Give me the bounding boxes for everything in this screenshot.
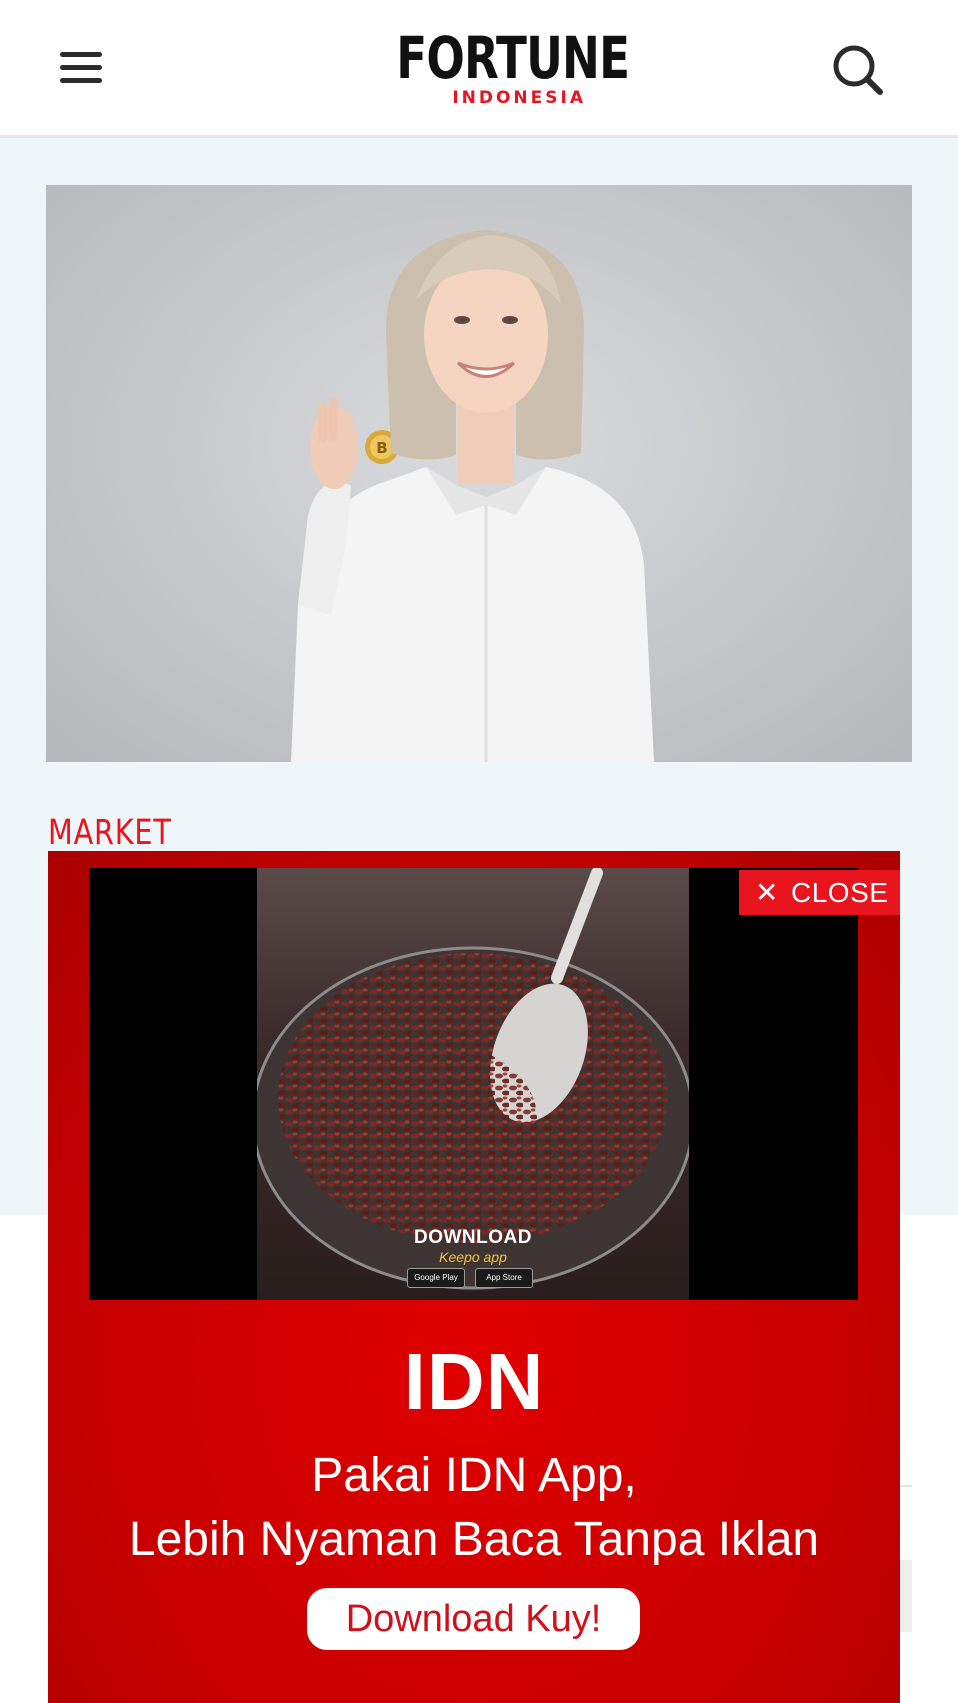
idn-app-ad-overlay[interactable]: DOWNLOAD Keepo app Google Play App Store… xyxy=(48,851,900,1703)
logo-sub-text: INDONESIA xyxy=(452,88,586,108)
divider xyxy=(900,1485,912,1487)
close-label: CLOSE xyxy=(791,877,889,908)
download-cta-button[interactable]: Download Kuy! xyxy=(307,1588,640,1650)
ad-subheadline: Lebih Nyaman Baca Tanpa Iklan xyxy=(128,1513,820,1566)
svg-text:B: B xyxy=(376,439,387,457)
google-play-badge[interactable]: Google Play xyxy=(407,1268,465,1288)
ad-video-frame: DOWNLOAD Keepo app Google Play App Store xyxy=(257,868,689,1300)
close-icon: ✕ xyxy=(755,877,779,908)
hero-illustration: B xyxy=(291,230,654,762)
idn-brand-logo: IDN xyxy=(403,1337,545,1426)
hamburger-menu-icon[interactable] xyxy=(58,48,106,88)
hero-image[interactable]: B xyxy=(46,185,912,762)
search-icon[interactable] xyxy=(828,40,890,102)
top-header: FORTUNE INDONESIA xyxy=(0,0,958,138)
logo-main-text: FORTUNE xyxy=(396,24,630,92)
ad-video-player[interactable]: DOWNLOAD Keepo app Google Play App Store xyxy=(89,868,858,1300)
ad-headline: Pakai IDN App, xyxy=(311,1449,637,1502)
fortune-indonesia-logo[interactable]: FORTUNE INDONESIA xyxy=(372,24,630,112)
app-store-badge[interactable]: App Store xyxy=(475,1268,533,1288)
video-app-text: Keepo app xyxy=(439,1249,507,1265)
ad-close-button[interactable]: ✕ CLOSE xyxy=(739,870,900,915)
content-placeholder xyxy=(900,1560,912,1632)
video-download-text: DOWNLOAD xyxy=(414,1227,532,1248)
article-category[interactable]: MARKET xyxy=(48,813,172,853)
